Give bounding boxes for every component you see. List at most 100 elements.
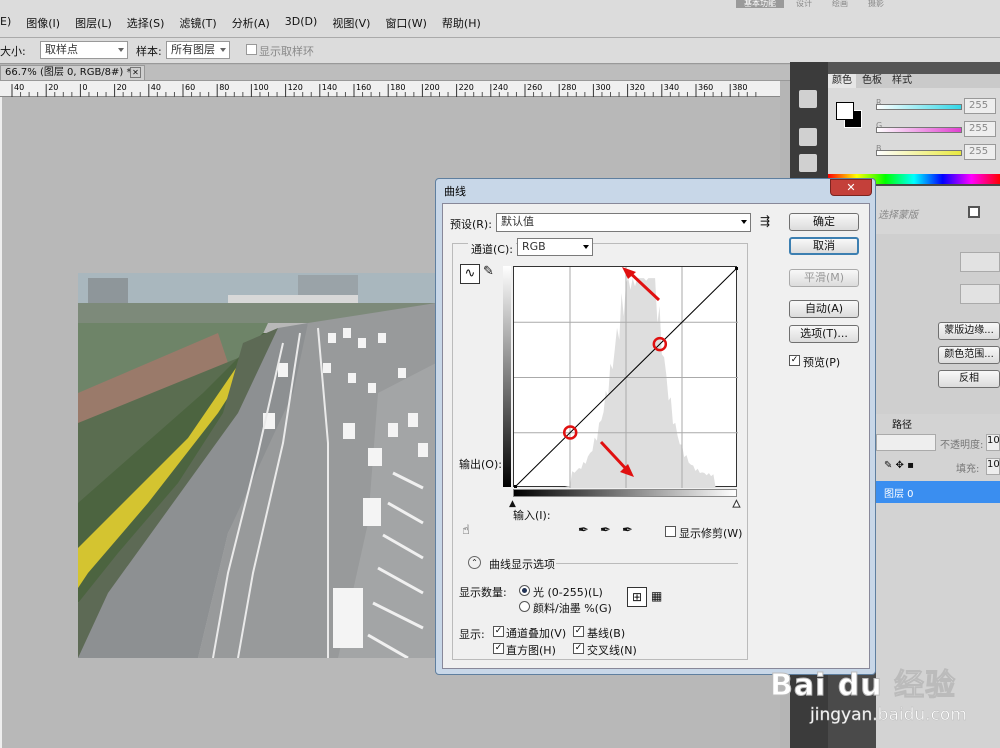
workspace-photography[interactable]: 摄影 (860, 0, 892, 8)
curve-edit-icon[interactable]: ∿ (460, 264, 480, 284)
baseline-checkbox[interactable]: ✓ (573, 626, 584, 637)
menu-item[interactable]: 3D(D) (285, 15, 318, 31)
sample-value: 所有图层 (171, 43, 215, 56)
ruler-label: 140 (322, 83, 337, 92)
pencil-icon[interactable]: ✎ (483, 264, 499, 284)
channel-label: 通道(C): (468, 241, 516, 257)
cancel-button[interactable]: 取消 (789, 237, 859, 255)
channel-slider[interactable] (876, 127, 962, 133)
workspace-switcher: 基本功能 设计 绘画 摄影 (736, 0, 1000, 10)
show-ring-label: 显示取样环 (259, 45, 314, 58)
channel-value-field[interactable]: 255 (964, 98, 996, 114)
menu-item[interactable]: 视图(V) (332, 15, 370, 31)
channel-overlays-checkbox[interactable]: ✓ (493, 626, 504, 637)
workspace-essentials[interactable]: 基本功能 (736, 0, 784, 8)
curves-graph[interactable] (513, 266, 739, 489)
fill-label: 填充: (956, 464, 980, 475)
close-icon[interactable]: ✕ (130, 67, 141, 78)
show-ring-checkbox[interactable] (246, 44, 257, 55)
menu-item[interactable]: 帮助(H) (442, 15, 481, 31)
white-eyedropper-icon[interactable]: ✒ (622, 523, 633, 538)
chevron-down-icon (220, 48, 226, 52)
menu-item[interactable]: 选择(S) (127, 15, 165, 31)
lock-icons[interactable]: ✎ ✥ ▪ (884, 460, 914, 471)
tab-styles[interactable]: 样式 (888, 74, 916, 88)
menu-item[interactable]: 窗口(W) (385, 15, 426, 31)
intersection-line-checkbox[interactable]: ✓ (573, 643, 584, 654)
image-icon[interactable] (799, 154, 817, 172)
foreground-color-swatch[interactable] (836, 102, 854, 120)
close-button[interactable]: ✕ (830, 179, 872, 196)
black-eyedropper-icon[interactable]: ✒ (578, 523, 589, 538)
tab-paths[interactable]: 路径 (892, 416, 912, 431)
input-gradient (513, 489, 737, 497)
sample-size-select[interactable]: 取样点 (40, 41, 128, 59)
grid-4x4-icon[interactable]: ⊞ (627, 587, 647, 607)
ruler-label: 20 (48, 83, 58, 92)
chevron-down-icon (583, 245, 589, 249)
feather-field[interactable] (960, 284, 1000, 304)
divider (556, 563, 738, 564)
color-range-button[interactable]: 颜色范围... (938, 346, 1000, 364)
opacity-label: 不透明度: (940, 440, 984, 451)
target-adjust-icon[interactable]: ☝ (462, 523, 470, 538)
ruler-label: 380 (732, 83, 747, 92)
preset-label: 预设(R): (450, 218, 492, 231)
options-bar: 大小: 取样点 样本: 所有图层 显示取样环 (0, 38, 1000, 64)
show-label: 显示: (459, 628, 485, 641)
smooth-button[interactable]: 平滑(M) (789, 269, 859, 287)
menu-bar: E) 图像(I) 图层(L) 选择(S) 滤镜(T) 分析(A) 3D(D) 视图(V) 窗口(… (0, 0, 1000, 38)
channel-value-field[interactable]: 255 (964, 144, 996, 160)
watermark-url: jingyan.baidu.com (810, 705, 967, 726)
preview-checkbox[interactable]: ✓ (789, 355, 800, 366)
options-button[interactable]: 选项(T)... (789, 325, 859, 343)
fill-field[interactable]: 10 (986, 458, 1000, 475)
density-field[interactable] (960, 252, 1000, 272)
invert-button[interactable]: 反相 (938, 370, 1000, 388)
light-radio[interactable] (519, 585, 530, 596)
preset-select[interactable]: 默认值 (496, 213, 751, 232)
sample-select[interactable]: 所有图层 (166, 41, 230, 59)
menu-list: E) 图像(I) 图层(L) 选择(S) 滤镜(T) 分析(A) 3D(D) 视图(V) 窗口(… (0, 15, 496, 31)
menu-item[interactable]: E) (0, 15, 11, 31)
tab-color[interactable]: 颜色 (828, 74, 856, 88)
document-tab[interactable]: 66.7% (图层 0, RGB/8#) * ✕ (0, 65, 145, 81)
menu-item[interactable]: 图层(L) (75, 15, 112, 31)
tab-swatches[interactable]: 色板 (858, 74, 886, 88)
auto-button[interactable]: 自动(A) (789, 300, 859, 318)
menu-item[interactable]: 图像(I) (26, 15, 60, 31)
preset-menu-icon[interactable]: ⇶ (760, 214, 770, 228)
pigment-option-label: 颜料/油墨 %(G) (533, 602, 612, 615)
sample-size-value: 取样点 (45, 43, 78, 56)
mask-edge-button[interactable]: 蒙版边缘... (938, 322, 1000, 340)
ok-button[interactable]: 确定 (789, 213, 859, 231)
menu-item[interactable]: 分析(A) (232, 15, 270, 31)
history-icon[interactable] (799, 90, 817, 108)
ruler-label: 340 (664, 83, 679, 92)
workspace-painting[interactable]: 绘画 (824, 0, 856, 8)
blend-mode-select[interactable] (876, 434, 936, 451)
grid-10x10-icon[interactable]: ▦ (651, 589, 662, 603)
white-point-slider[interactable]: ▲ (733, 499, 741, 510)
layer-row[interactable]: 图层 0 (876, 481, 1000, 503)
mask-add-icon[interactable] (968, 206, 980, 218)
channel-select[interactable]: RGB (517, 238, 593, 256)
show-clipping-checkbox[interactable] (665, 526, 676, 537)
channel-value-field[interactable]: 255 (964, 121, 996, 137)
show-clipping-label: 显示修剪(W) (679, 527, 743, 540)
workspace-design[interactable]: 设计 (788, 0, 820, 8)
gray-eyedropper-icon[interactable]: ✒ (600, 523, 611, 538)
ruler-label: 0 (82, 83, 87, 92)
chevron-up-icon[interactable]: ⌃ (468, 556, 481, 569)
channel-slider[interactable] (876, 150, 962, 156)
input-label: 输入(I): (513, 509, 551, 522)
menu-item[interactable]: 滤镜(T) (179, 15, 216, 31)
sample-label: 样本: (136, 45, 162, 58)
histogram-checkbox[interactable]: ✓ (493, 643, 504, 654)
gear-icon[interactable] (799, 128, 817, 146)
channel-slider[interactable] (876, 104, 962, 110)
pigment-radio[interactable] (519, 601, 530, 612)
ruler-label: 40 (151, 83, 161, 92)
partial-label: 选择蒙版 (878, 210, 918, 221)
opacity-field[interactable]: 10 (986, 434, 1000, 451)
